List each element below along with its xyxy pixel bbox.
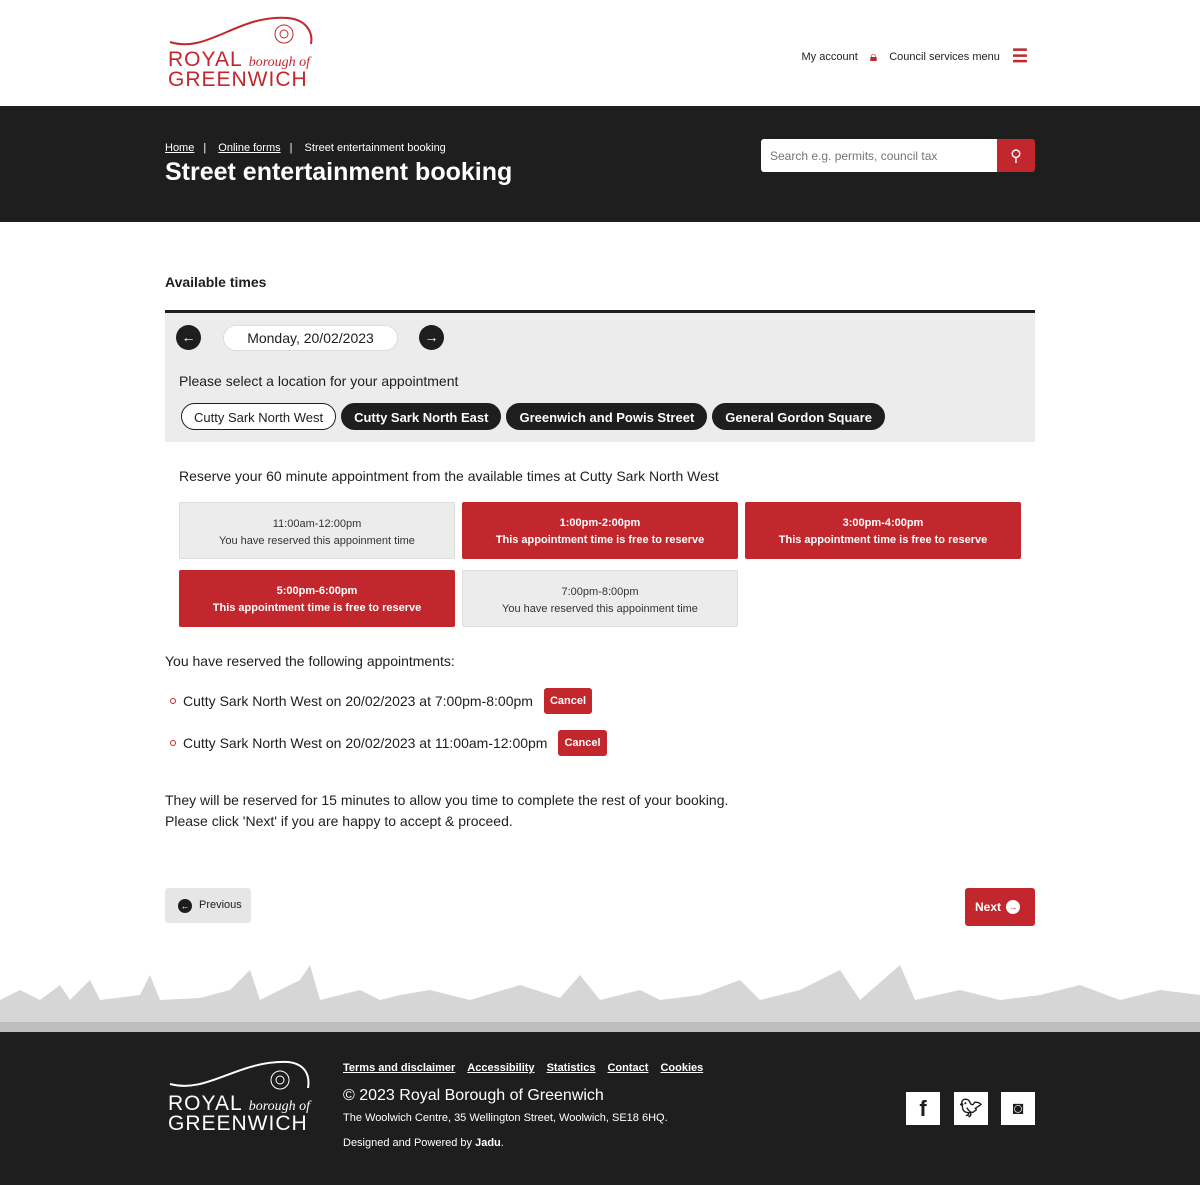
next-button[interactable]: Next → bbox=[965, 888, 1035, 926]
twitter-icon[interactable]: 🐦︎ bbox=[954, 1092, 988, 1125]
council-logo[interactable]: ROYAL borough of GREENWICH bbox=[168, 14, 318, 94]
site-footer: ROYAL borough of GREENWICH Terms and dis… bbox=[0, 1032, 1200, 1185]
slot-status: This appointment time is free to reserve bbox=[212, 602, 422, 614]
next-label: Next bbox=[975, 900, 1002, 914]
lock-icon[interactable]: 🔒︎ bbox=[870, 48, 877, 65]
reserved-text: Cutty Sark North West on 20/02/2023 at 7… bbox=[183, 693, 533, 709]
logo-swoosh-icon bbox=[169, 1060, 310, 1090]
arrow-right-icon: → bbox=[1006, 900, 1020, 914]
logo-text: GREENWICH bbox=[168, 68, 308, 91]
search-input[interactable] bbox=[761, 139, 997, 172]
reserved-text: Cutty Sark North West on 20/02/2023 at 1… bbox=[183, 735, 548, 751]
available-times-heading: Available times bbox=[165, 274, 267, 290]
footer-logo[interactable]: ROYAL borough of GREENWICH bbox=[168, 1060, 313, 1135]
location-cutty-sark-north-east[interactable]: Cutty Sark North East bbox=[341, 403, 502, 430]
slot-status: You have reserved this appoinment time bbox=[219, 535, 415, 547]
time-slot[interactable]: 7:00pm-8:00pm You have reserved this appo… bbox=[462, 570, 738, 627]
slot-time: 3:00pm-4:00pm bbox=[842, 517, 924, 529]
location-greenwich-powis-street[interactable]: Greenwich and Powis Street bbox=[506, 403, 708, 430]
cancel-button[interactable]: Cancel bbox=[543, 688, 593, 714]
arrow-left-icon: ← bbox=[178, 899, 192, 913]
cancel-button[interactable]: Cancel bbox=[558, 730, 607, 756]
search-form: ⚲ bbox=[761, 139, 1035, 172]
my-account-link[interactable]: My account bbox=[802, 51, 858, 63]
time-slot[interactable]: 11:00am-12:00pm You have reserved this ap… bbox=[179, 502, 455, 559]
breadcrumb: Home | Online forms | Street entertainment… bbox=[165, 142, 446, 154]
time-slot[interactable]: 5:00pm-6:00pm This appointment time is fr… bbox=[179, 570, 455, 627]
facebook-icon[interactable]: f bbox=[906, 1092, 940, 1125]
instagram-icon[interactable]: ◙ bbox=[1001, 1092, 1035, 1125]
slot-time: 1:00pm-2:00pm bbox=[559, 517, 641, 529]
slot-time: 5:00pm-6:00pm bbox=[276, 585, 358, 597]
reserve-instructions: Reserve your 60 minute appointment from … bbox=[179, 468, 719, 484]
slot-time: 7:00pm-8:00pm bbox=[561, 586, 639, 598]
page-title: Street entertainment booking bbox=[165, 158, 513, 186]
page-hero: Home | Online forms | Street entertainment… bbox=[0, 106, 1200, 222]
note-line: They will be reserved for 15 minutes to … bbox=[165, 792, 729, 808]
search-button[interactable]: ⚲ bbox=[997, 139, 1035, 172]
slot-time: 11:00am-12:00pm bbox=[272, 518, 362, 530]
designed-by: Designed and Powered by Jadu. bbox=[343, 1137, 504, 1149]
footer-link-terms[interactable]: Terms and disclaimer bbox=[343, 1062, 455, 1074]
slot-status: This appointment time is free to reserve bbox=[495, 534, 705, 546]
skyline-illustration bbox=[0, 965, 1200, 1032]
slot-status: This appointment time is free to reserve bbox=[778, 534, 988, 546]
time-slot[interactable]: 1:00pm-2:00pm This appointment time is fr… bbox=[462, 502, 738, 559]
services-menu-link[interactable]: Council services menu bbox=[889, 51, 1000, 63]
footer-link-statistics[interactable]: Statistics bbox=[547, 1062, 596, 1074]
logo-text: GREENWICH bbox=[168, 1112, 308, 1135]
reserved-item: Cutty Sark North West on 20/02/2023 at 7… bbox=[170, 688, 593, 714]
copyright: © 2023 Royal Borough of Greenwich bbox=[343, 1087, 604, 1104]
hamburger-menu-icon[interactable]: ☰ bbox=[1012, 46, 1028, 67]
note-line: Please click 'Next' if you are happy to … bbox=[165, 813, 513, 829]
breadcrumb-current: Street entertainment booking bbox=[304, 142, 446, 154]
bullet-icon bbox=[170, 698, 176, 704]
slot-status: You have reserved this appoinment time bbox=[502, 603, 698, 615]
next-day-arrow-icon[interactable]: → bbox=[419, 325, 444, 350]
previous-button[interactable]: ← Previous bbox=[165, 888, 251, 923]
previous-day-arrow-icon[interactable]: ← bbox=[176, 325, 201, 350]
breadcrumb-home[interactable]: Home bbox=[165, 142, 194, 154]
location-general-gordon-square[interactable]: General Gordon Square bbox=[712, 403, 885, 430]
reserved-heading: You have reserved the following appointm… bbox=[165, 653, 455, 669]
breadcrumb-online-forms[interactable]: Online forms bbox=[218, 142, 280, 154]
jadu-link[interactable]: Jadu bbox=[475, 1137, 501, 1149]
site-header: ROYAL borough of GREENWICH My account 🔒︎… bbox=[0, 0, 1200, 106]
designed-text: Designed and Powered by bbox=[343, 1137, 473, 1149]
time-slot[interactable]: 3:00pm-4:00pm This appointment time is fr… bbox=[745, 502, 1021, 559]
footer-link-cookies[interactable]: Cookies bbox=[660, 1062, 703, 1074]
bullet-icon bbox=[170, 740, 176, 746]
location-prompt: Please select a location for your appoin… bbox=[179, 373, 459, 389]
footer-link-contact[interactable]: Contact bbox=[607, 1062, 648, 1074]
date-location-panel: ← Monday, 20/02/2023 → Please select a l… bbox=[165, 310, 1035, 442]
footer-link-accessibility[interactable]: Accessibility bbox=[467, 1062, 534, 1074]
address: The Woolwich Centre, 35 Wellington Stree… bbox=[343, 1112, 668, 1124]
search-icon: ⚲ bbox=[1010, 147, 1022, 165]
location-cutty-sark-north-west[interactable]: Cutty Sark North West bbox=[181, 403, 337, 430]
selected-date[interactable]: Monday, 20/02/2023 bbox=[223, 325, 398, 351]
reservation-note: They will be reserved for 15 minutes to … bbox=[165, 790, 1035, 832]
previous-label: Previous bbox=[199, 899, 242, 911]
reserved-item: Cutty Sark North West on 20/02/2023 at 1… bbox=[170, 730, 607, 756]
